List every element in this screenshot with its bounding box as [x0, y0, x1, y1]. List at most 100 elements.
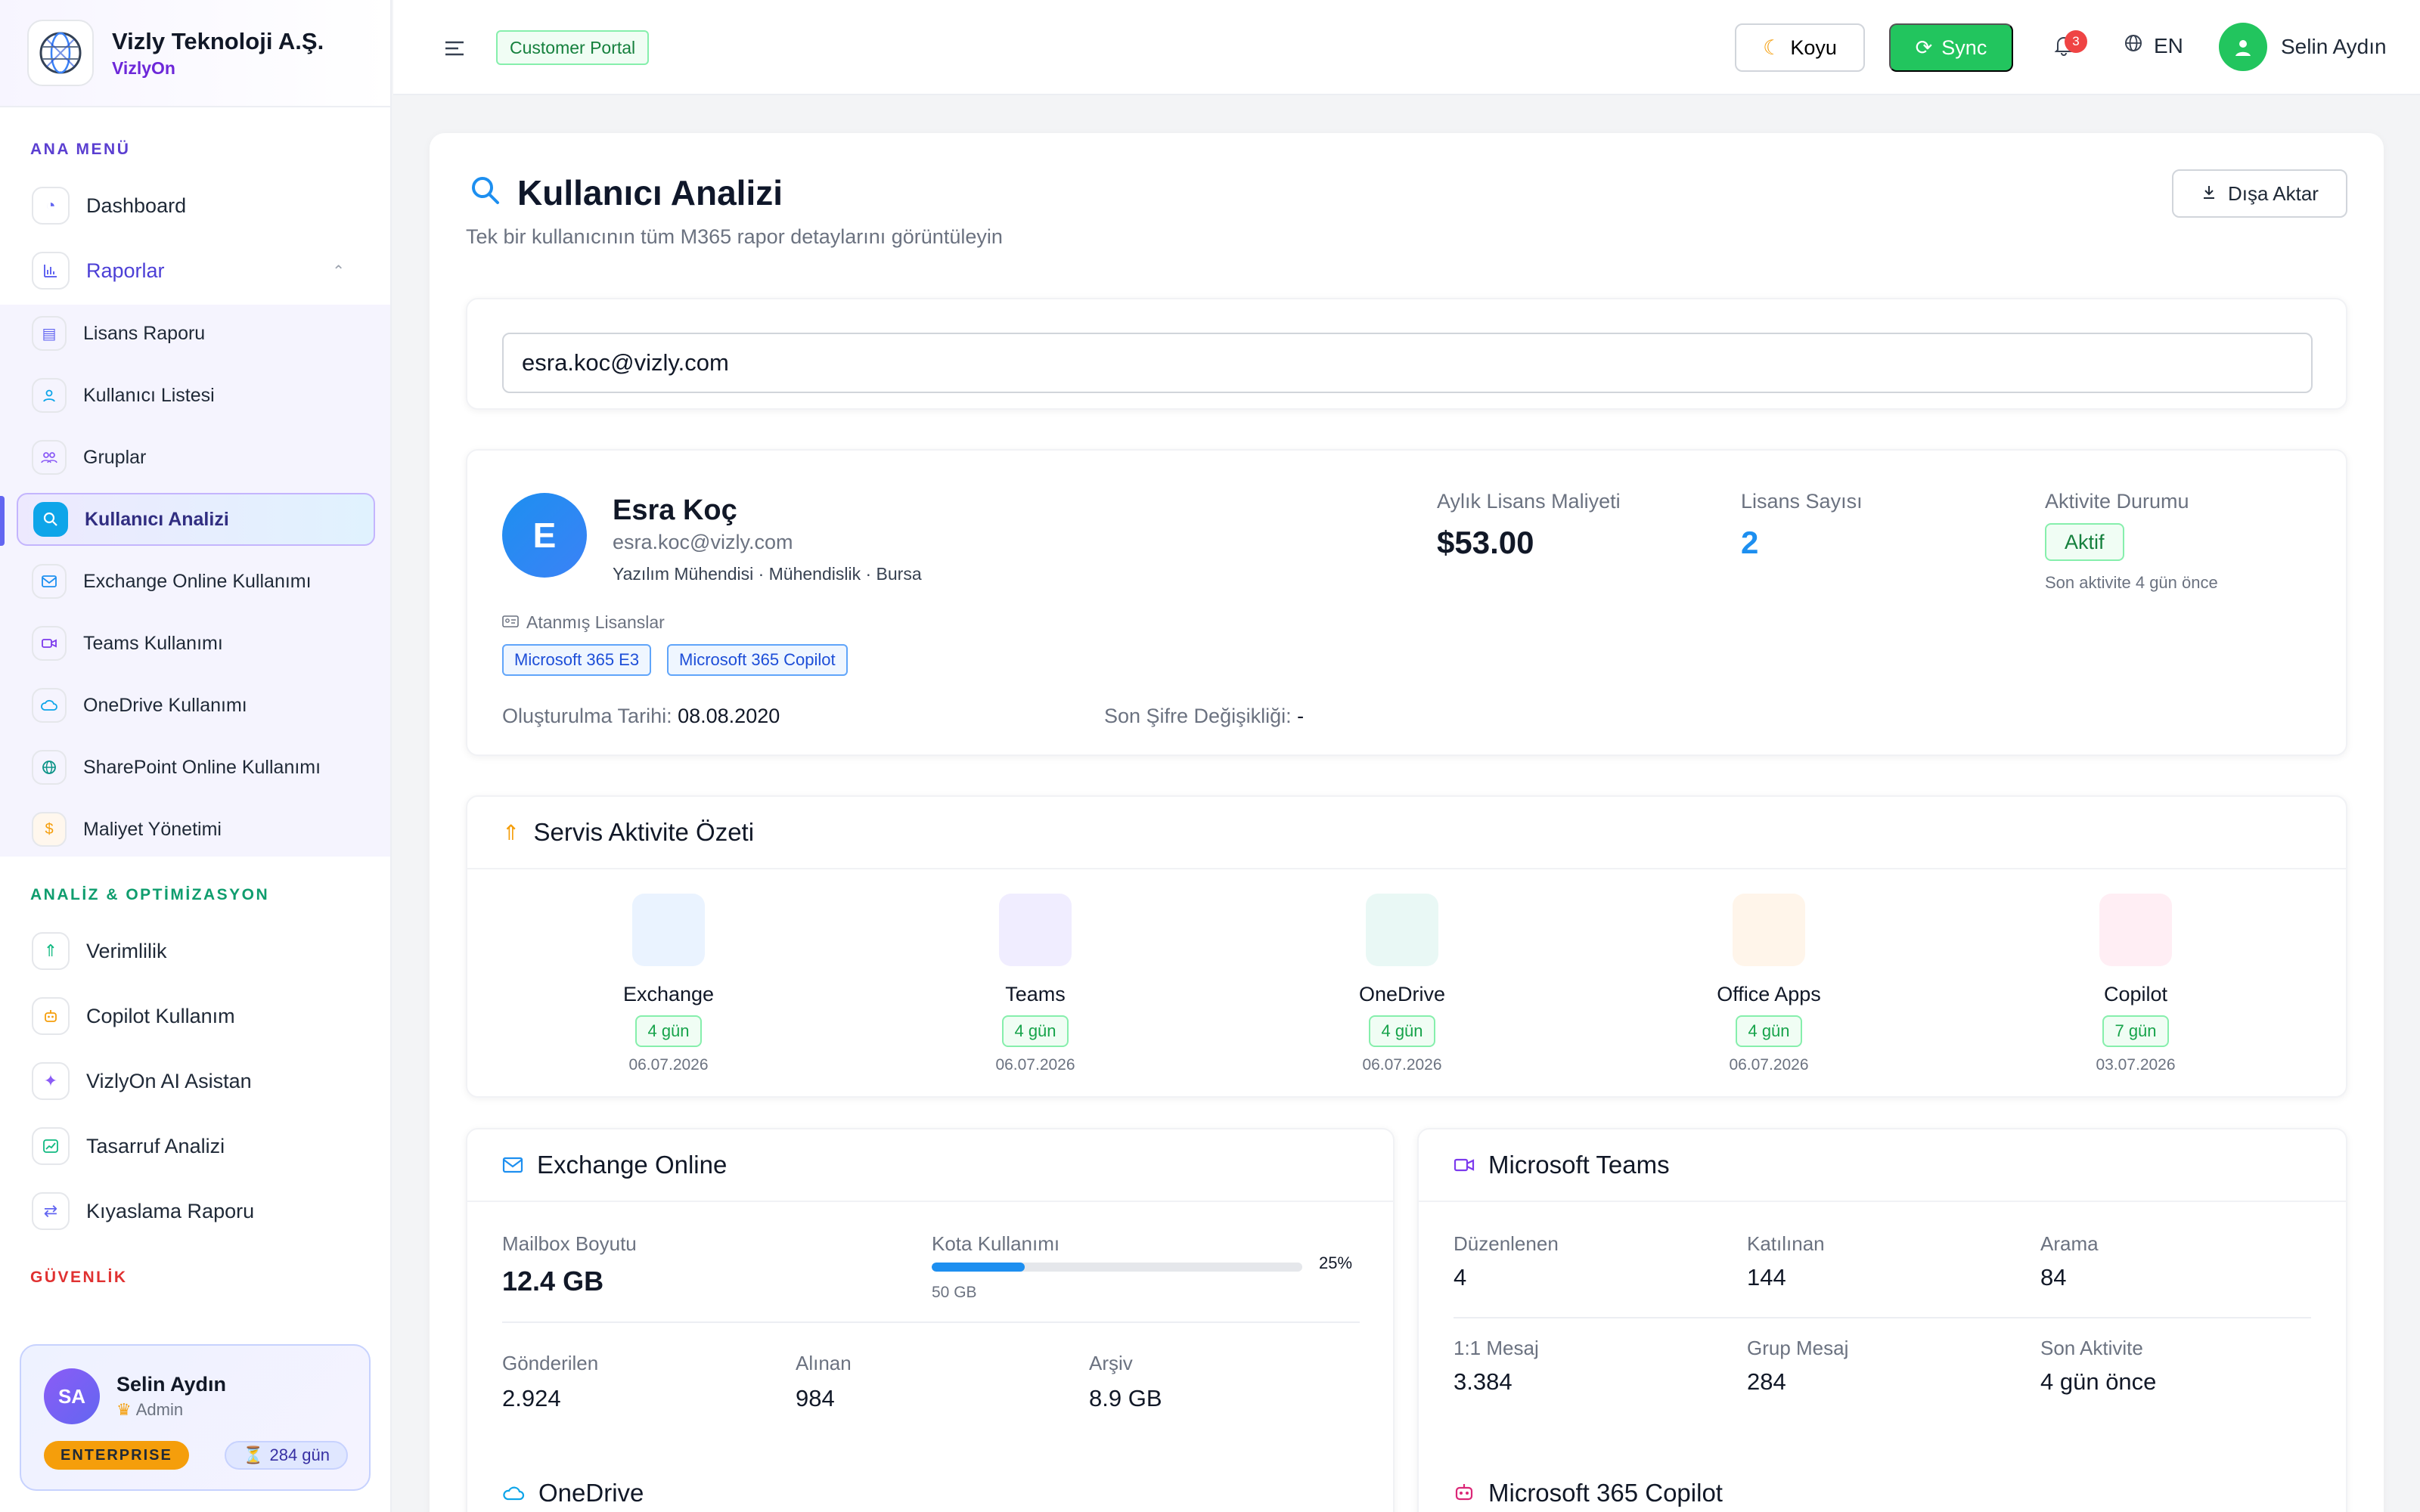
service-card-office-apps[interactable]: Office Apps 4 gün 06.07.2026: [1671, 894, 1867, 1074]
service-days-badge: 4 gün: [1736, 1015, 1802, 1047]
robot-icon: [32, 997, 70, 1035]
moon-icon: ☾: [1763, 36, 1782, 59]
quota-progress-fill: [932, 1263, 1025, 1272]
top-user-name[interactable]: Selin Aydın: [2281, 35, 2387, 59]
section-analysis: ANALİZ & OPTİMİZASYON: [30, 886, 270, 903]
group-message-label: Grup Mesaj: [1747, 1337, 1849, 1359]
sidebar-item-label: Raporlar: [86, 259, 165, 282]
status-badge: Aktif: [2045, 523, 2124, 561]
last-activity-value: 4 gün önce: [2040, 1368, 2157, 1395]
teams-icon: [999, 894, 1072, 966]
license-tag: Microsoft 365 E3: [502, 644, 652, 676]
search-icon: [469, 174, 502, 211]
user-icon: [32, 378, 67, 413]
sidebar-item-groups[interactable]: Gruplar: [17, 431, 375, 484]
service-card-onedrive[interactable]: OneDrive 4 gün 06.07.2026: [1304, 894, 1500, 1074]
teams-header: Microsoft Teams: [1419, 1129, 2346, 1202]
sidebar-item-user-analysis[interactable]: Kullanıcı Analizi: [17, 493, 375, 546]
monthly-cost-value: $53.00: [1437, 525, 1534, 560]
sparkle-icon: ✦: [32, 1062, 70, 1100]
portal-tag: Customer Portal: [496, 30, 650, 65]
video-icon: [32, 626, 67, 661]
microsoft-teams-panel: Microsoft Teams Düzenlenen 4 Katılınan 1…: [1417, 1128, 2347, 1512]
service-activity-header: ⇑ Servis Aktivite Özeti: [467, 797, 2346, 869]
notification-count-badge: 3: [2065, 30, 2087, 53]
last-activity-text: Son aktivite 4 gün önce: [2045, 573, 2218, 592]
service-card-teams[interactable]: Teams 4 gün 06.07.2026: [937, 894, 1134, 1074]
sidebar-item-label: SharePoint Online Kullanımı: [83, 756, 321, 778]
service-activity-title: Servis Aktivite Özeti: [533, 818, 755, 846]
top-bar: Customer Portal ☾ Koyu ⟳ Sync 3 EN Selin…: [393, 0, 2420, 95]
sidebar-item-copilot-usage[interactable]: Copilot Kullanım: [17, 989, 375, 1043]
sidebar-item-cost-management[interactable]: $ Maliyet Yönetimi: [17, 803, 375, 856]
dark-mode-button[interactable]: ☾ Koyu: [1735, 23, 1865, 72]
search-panel: [466, 298, 2347, 410]
brand-header: Vizly Teknoloji A.Ş. VizlyOn: [0, 0, 390, 107]
language-label: EN: [2154, 33, 2183, 57]
sidebar-item-benchmark-report[interactable]: ⇄ Kıyaslama Raporu: [17, 1184, 375, 1238]
sidebar: Vizly Teknoloji A.Ş. VizlyOn ANA MENÜ ◔ …: [0, 0, 392, 1512]
language-selector[interactable]: EN: [2124, 33, 2183, 58]
service-name: OneDrive: [1358, 983, 1446, 1005]
sync-label: Sync: [1941, 36, 1987, 59]
rocket-icon: ⇑: [502, 820, 520, 844]
dm-label: 1:1 Mesaj: [1454, 1337, 1539, 1359]
id-card-icon: [502, 612, 519, 633]
user-name: Selin Aydın: [116, 1373, 227, 1396]
sidebar-item-sharepoint-usage[interactable]: SharePoint Online Kullanımı: [17, 741, 375, 794]
archive-label: Arşiv: [1089, 1352, 1133, 1374]
section-security: GÜVENLİK: [30, 1269, 128, 1286]
monthly-cost-label: Aylık Lisans Maliyeti: [1437, 490, 1621, 513]
brand-logo-icon: [27, 20, 94, 86]
sync-button[interactable]: ⟳ Sync: [1889, 23, 2013, 72]
service-name: Office Apps: [1717, 983, 1821, 1005]
service-date: 06.07.2026: [628, 1056, 709, 1074]
onedrive-icon: [1366, 894, 1438, 966]
plan-badge: ENTERPRISE: [44, 1441, 189, 1470]
product-name: VizlyOn: [112, 57, 175, 78]
dashboard-icon: ◔: [32, 187, 70, 225]
page-subtitle: Tek bir kullanıcının tüm M365 rapor deta…: [466, 225, 1003, 248]
user-search-input[interactable]: [502, 333, 2313, 393]
sidebar-item-exchange-usage[interactable]: Exchange Online Kullanımı: [17, 555, 375, 608]
created-label: Oluşturulma Tarihi:: [502, 705, 672, 727]
sidebar-item-savings-analysis[interactable]: Tasarruf Analizi: [17, 1119, 375, 1173]
license-count-label: Lisans Sayısı: [1741, 490, 1863, 513]
refresh-icon: ⟳: [1915, 36, 1933, 59]
onedrive-title: OneDrive: [538, 1479, 644, 1507]
joined-label: Katılınan: [1747, 1232, 1825, 1255]
globe-icon: [2124, 33, 2143, 58]
chevron-up-icon[interactable]: ⌃: [332, 262, 345, 280]
menu-toggle-icon[interactable]: [443, 36, 466, 64]
export-button[interactable]: Dışa Aktar: [2172, 169, 2347, 218]
avatar: E: [502, 493, 587, 578]
sidebar-item-label: Tasarruf Analizi: [86, 1134, 225, 1157]
company-name: Vizly Teknoloji A.Ş.: [112, 27, 324, 54]
mailbox-size-value: 12.4 GB: [502, 1266, 604, 1297]
globe-icon: [32, 750, 67, 785]
avatar[interactable]: [2219, 23, 2267, 71]
received-label: Alınan: [796, 1352, 852, 1374]
sent-value: 2.924: [502, 1385, 561, 1411]
cloud-icon: [502, 1479, 525, 1507]
sidebar-item-onedrive-usage[interactable]: OneDrive Kullanımı: [17, 679, 375, 732]
cloud-icon: [32, 688, 67, 723]
sidebar-item-teams-usage[interactable]: Teams Kullanımı: [17, 617, 375, 670]
onedrive-header: OneDrive: [502, 1479, 644, 1507]
service-card-copilot[interactable]: Copilot 7 gün 03.07.2026: [2037, 894, 2234, 1074]
user-job-meta: Yazılım Mühendisi · Mühendislik · Bursa: [613, 564, 922, 584]
call-value: 84: [2040, 1264, 2067, 1290]
id-card-icon: ▤: [32, 316, 67, 351]
sidebar-item-ai-assistant[interactable]: ✦ VizlyOn AI Asistan: [17, 1054, 375, 1108]
sidebar-item-reports[interactable]: Raporlar ⌃: [17, 243, 375, 298]
sidebar-user-card[interactable]: SA Selin Aydın ♛ Admin ENTERPRISE ⏳ 284 gü…: [20, 1344, 371, 1491]
sidebar-item-productivity[interactable]: ⇑ Verimlilik: [17, 924, 375, 978]
quota-progress-bar: [932, 1263, 1302, 1272]
sidebar-item-dashboard[interactable]: ◔ Dashboard: [17, 178, 375, 233]
sidebar-item-license-report[interactable]: ▤ Lisans Raporu: [17, 307, 375, 360]
sidebar-item-label: OneDrive Kullanımı: [83, 694, 247, 716]
service-name: Exchange: [622, 983, 715, 1005]
sidebar-item-user-list[interactable]: Kullanıcı Listesi: [17, 369, 375, 422]
service-card-exchange[interactable]: Exchange 4 gün 06.07.2026: [570, 894, 767, 1074]
pwd-label: Son Şifre Değişikliği:: [1104, 705, 1292, 727]
